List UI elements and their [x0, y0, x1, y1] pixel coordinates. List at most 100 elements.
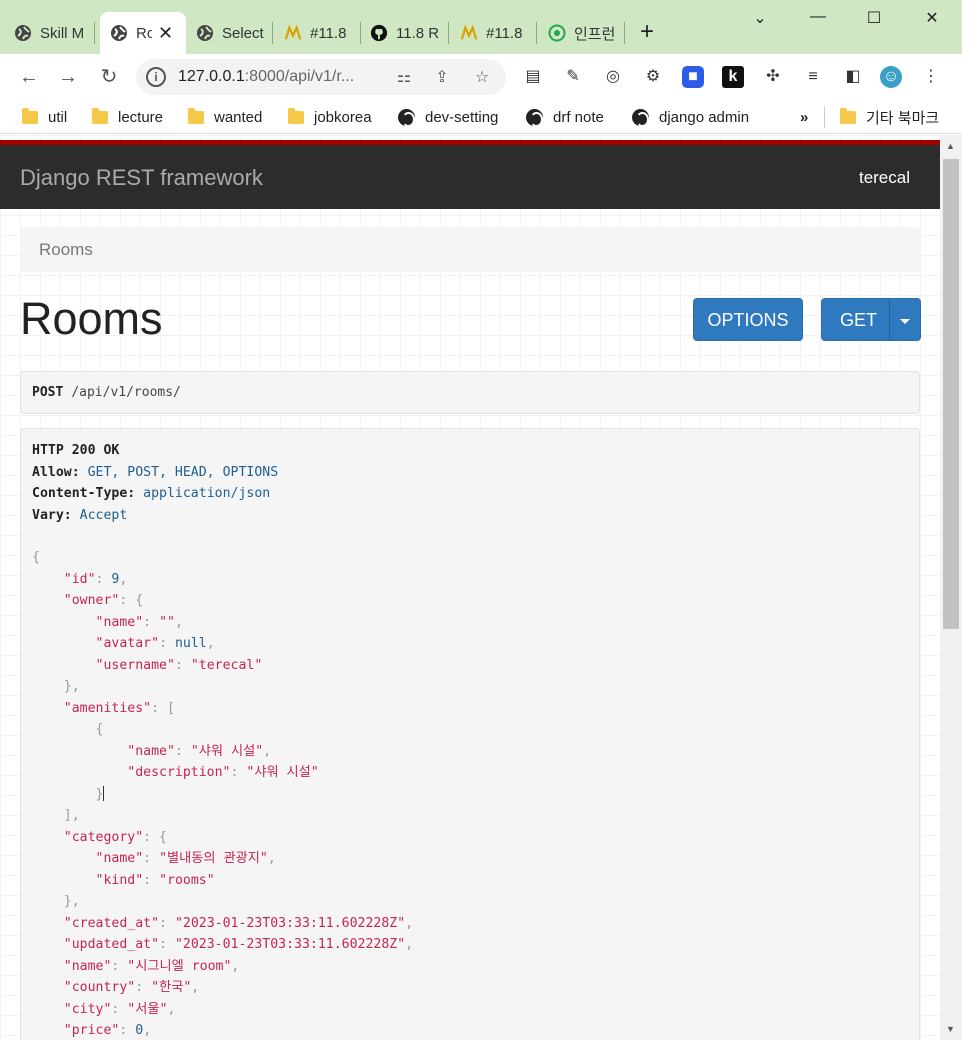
json-value-country: "한국"	[151, 980, 192, 995]
tab-separator	[624, 22, 625, 44]
json-value-id: 9	[111, 571, 120, 587]
extension-notes-icon[interactable]: ▤	[522, 66, 544, 88]
globe-icon	[14, 24, 32, 42]
request-path: /api/v1/rooms/	[71, 385, 181, 400]
tab-separator	[360, 22, 361, 44]
drf-navbar: Django REST framework terecal	[0, 145, 940, 209]
bookmark-util[interactable]: util	[22, 106, 67, 128]
bookmark-drf-note[interactable]: drf note	[526, 106, 604, 128]
bookmarks-divider	[824, 106, 825, 128]
close-icon[interactable]: ✕	[158, 23, 173, 44]
menu-kebab-icon[interactable]: ⋮	[920, 66, 942, 88]
side-panel-icon[interactable]: ◧	[842, 66, 864, 88]
close-window-icon[interactable]: ✕	[920, 8, 944, 28]
bookmark-other[interactable]: 기타 북마크	[840, 106, 939, 128]
eyedropper-icon[interactable]: ✎	[562, 66, 584, 88]
request-info: POST/api/v1/rooms/	[20, 371, 920, 414]
bookmark-jobkorea[interactable]: jobkorea	[288, 106, 372, 128]
tab-search-icon[interactable]: ⌄	[748, 8, 772, 28]
tab-velog-1[interactable]: #11.8	[284, 12, 354, 54]
json-value-owner-username: "terecal"	[190, 657, 263, 673]
json-value-price: 0	[135, 1023, 144, 1038]
json-value-name: "시그니엘 room"	[127, 958, 232, 974]
extension-record-icon[interactable]: ◎	[602, 66, 624, 88]
folder-icon	[840, 107, 856, 124]
bookmarks-overflow-button[interactable]: »	[800, 106, 808, 128]
header-vary-key: Vary:	[32, 507, 72, 523]
media-queue-icon[interactable]: ≡	[802, 66, 824, 88]
inflearn-icon	[548, 24, 566, 42]
text-cursor	[103, 786, 105, 801]
back-icon[interactable]: ←	[16, 64, 42, 90]
json-value-amenity-name: "샤워 시설"	[190, 743, 264, 759]
tab-skill[interactable]: Skill M	[14, 12, 94, 54]
bear-icon	[460, 24, 478, 42]
minimize-icon[interactable]: —	[806, 8, 830, 26]
tab-rooms[interactable]: Ro ✕	[100, 12, 186, 54]
json-value-owner-name: ""	[159, 614, 175, 630]
header-content-type-key: Content-Type:	[32, 486, 136, 501]
json-value-city: "서울"	[127, 1001, 168, 1017]
tab-velog-2[interactable]: #11.8	[460, 12, 530, 54]
translate-icon[interactable]: ⚏	[394, 67, 414, 87]
tab-github[interactable]: 11.8 R	[370, 12, 442, 54]
bookmark-lecture[interactable]: lecture	[92, 106, 163, 128]
breadcrumb-item-rooms[interactable]: Rooms	[39, 240, 93, 260]
forward-icon[interactable]: →	[55, 64, 81, 90]
bookmark-wanted[interactable]: wanted	[188, 106, 262, 128]
bookmark-dev-setting[interactable]: dev-setting	[398, 106, 498, 128]
header-allow-key: Allow:	[32, 464, 80, 480]
tab-separator	[272, 22, 273, 44]
bookmark-django-admin[interactable]: django admin	[632, 106, 749, 128]
drf-brand-link[interactable]: Django REST framework	[20, 165, 263, 191]
tab-separator	[94, 22, 95, 44]
profile-avatar-icon[interactable]: ☺	[880, 66, 902, 88]
options-button[interactable]: OPTIONS	[693, 298, 803, 341]
reload-icon[interactable]: ↻	[96, 64, 122, 90]
maximize-icon[interactable]: ☐	[862, 8, 886, 28]
folder-icon	[92, 107, 108, 124]
breadcrumb: Rooms	[20, 227, 920, 272]
folder-icon	[22, 107, 38, 124]
github-icon	[370, 24, 388, 42]
zoom-icon[interactable]: ■	[682, 66, 704, 88]
response-panel[interactable]: HTTP 200 OK Allow: GET, POST, HEAD, OPTI…	[20, 428, 920, 1040]
tab-select[interactable]: Select	[196, 12, 266, 54]
request-method: POST	[32, 385, 64, 400]
globe-icon	[632, 108, 649, 127]
globe-icon	[110, 24, 128, 42]
tab-inflearn[interactable]: 인프런	[548, 12, 618, 54]
tab-strip: Skill M Ro ✕ Select #11.8 11.8 R #11.8 인…	[0, 0, 962, 54]
tab-separator	[536, 22, 537, 44]
response-status: HTTP 200 OK	[32, 443, 120, 458]
globe-icon	[526, 108, 543, 127]
header-allow-value: GET, POST, HEAD, OPTIONS	[87, 464, 279, 480]
folder-icon	[288, 107, 304, 124]
globe-icon	[196, 24, 214, 42]
share-icon[interactable]: ⇪	[432, 67, 452, 87]
bear-icon	[284, 24, 302, 42]
page-title: Rooms	[20, 293, 163, 344]
bookmark-star-icon[interactable]: ☆	[472, 67, 492, 87]
scroll-up-arrow-icon[interactable]: ▲	[946, 141, 955, 151]
json-value-created-at: "2023-01-23T03:33:11.602228Z"	[174, 915, 406, 931]
caret-down-icon	[900, 318, 910, 324]
get-format-dropdown[interactable]	[889, 298, 921, 341]
user-menu[interactable]: terecal	[859, 168, 910, 188]
get-button[interactable]: GET	[821, 298, 896, 341]
new-tab-button[interactable]: +	[640, 18, 654, 46]
extensions-puzzle-icon[interactable]: ✣	[762, 66, 784, 88]
scroll-down-arrow-icon[interactable]: ▼	[946, 1024, 955, 1034]
json-value-category-kind: "rooms"	[159, 872, 215, 888]
site-info-icon[interactable]: i	[146, 67, 166, 87]
header-vary-value: Accept	[79, 507, 128, 523]
browser-toolbar: ← → ↻ i 127.0.0.1:8000/api/v1/r... ⚏ ⇪ ☆…	[0, 54, 962, 100]
json-body: { "id": 9, "owner": { "name": "", "avata…	[32, 550, 414, 1038]
address-bar[interactable]: i 127.0.0.1:8000/api/v1/r... ⚏ ⇪ ☆	[136, 59, 506, 95]
url-text: 127.0.0.1:8000/api/v1/r...	[178, 68, 355, 85]
page-scrollbar[interactable]: ▲ ▼	[940, 135, 962, 1040]
extension-gear-icon[interactable]: ⚙	[642, 66, 664, 88]
extension-k-icon[interactable]: k	[722, 66, 744, 88]
scroll-thumb[interactable]	[943, 159, 959, 629]
page-viewport: Django REST framework terecal Rooms Room…	[0, 135, 940, 1040]
